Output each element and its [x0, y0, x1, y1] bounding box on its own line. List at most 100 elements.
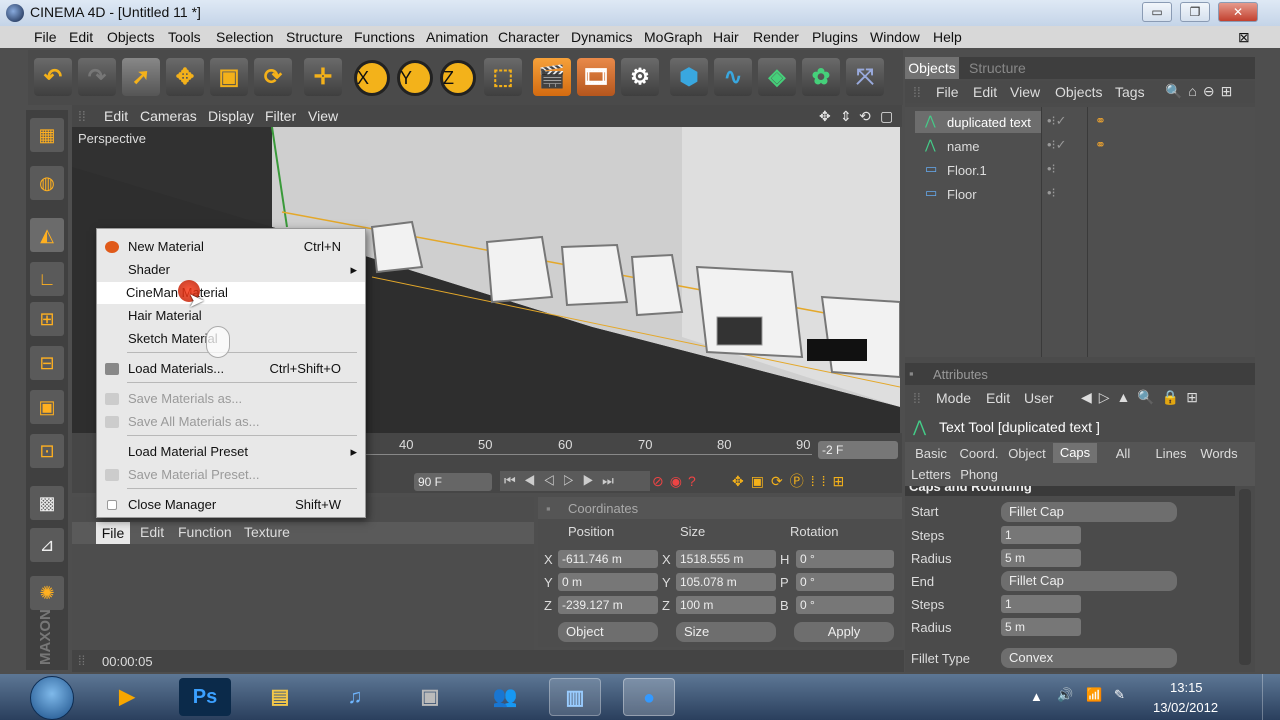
viewport-zoom-icon[interactable]: ⇕	[840, 108, 852, 125]
material-menu-function[interactable]: Function	[178, 524, 232, 540]
tab-letters[interactable]: Letters	[909, 466, 953, 484]
cube-primitive-icon[interactable]: ⬢	[670, 58, 708, 96]
size-y-field[interactable]: 105.078 m	[676, 573, 776, 591]
objects-menu-view[interactable]: View	[1010, 84, 1040, 100]
layout-icon[interactable]: ▦	[30, 118, 64, 152]
model-mode-icon[interactable]: ◭	[30, 218, 64, 252]
param-start-dropdown[interactable]: Fillet Cap	[1001, 502, 1177, 522]
material-tag-icon[interactable]: ⚭	[1095, 137, 1106, 153]
attributes-menu-user[interactable]: User	[1024, 390, 1054, 406]
render-picture-viewer-icon[interactable]: 🎞	[577, 58, 615, 96]
menu-window[interactable]: Window	[870, 29, 920, 45]
menu-plugins[interactable]: Plugins	[812, 29, 858, 45]
viewport-menu-view[interactable]: View	[308, 108, 338, 124]
move-icon[interactable]: ✥	[166, 58, 204, 96]
texture-mode-icon[interactable]: ▩	[30, 486, 64, 520]
visibility-dots-icon[interactable]: •⁝✓	[1047, 113, 1067, 129]
menu-help[interactable]: Help	[933, 29, 962, 45]
menu-item-hair-material[interactable]: Hair Material	[97, 305, 365, 327]
pos-x-field[interactable]: -611.746 m	[558, 550, 658, 568]
menu-tools[interactable]: Tools	[168, 29, 201, 45]
rot-h-field[interactable]: 0 °	[796, 550, 894, 568]
attributes-nav-icons[interactable]: ◀▷▲🔍🔒⊞	[1081, 389, 1205, 406]
array-icon[interactable]: ✿	[802, 58, 840, 96]
points-mode-icon[interactable]: ◍	[30, 166, 64, 200]
tab-all[interactable]: All	[1101, 445, 1145, 463]
pos-y-field[interactable]: 0 m	[558, 573, 658, 591]
menu-animation[interactable]: Animation	[426, 29, 488, 45]
viewport-move-icon[interactable]: ✥	[819, 108, 831, 125]
menu-render[interactable]: Render	[753, 29, 799, 45]
deformer-icon[interactable]: ⤧	[846, 58, 884, 96]
spline-icon[interactable]: ∿	[714, 58, 752, 96]
menu-edit[interactable]: Edit	[69, 29, 93, 45]
uv-points-icon[interactable]: ⊡	[30, 434, 64, 468]
tab-structure[interactable]: Structure	[969, 60, 1026, 76]
redo-icon[interactable]: ↷	[78, 58, 116, 96]
objects-menu-edit[interactable]: Edit	[973, 84, 997, 100]
pos-z-field[interactable]: -239.127 m	[558, 596, 658, 614]
object-name[interactable]: Floor.1	[947, 163, 987, 178]
material-menu-texture[interactable]: Texture	[244, 524, 290, 540]
z-axis-lock-button[interactable]: Z	[440, 60, 476, 96]
network-icon[interactable]: 📶	[1086, 687, 1102, 703]
menu-item-shader[interactable]: Shader ▸	[97, 259, 365, 281]
app-taskbar-icon[interactable]: ▣	[404, 678, 456, 716]
menu-functions[interactable]: Functions	[354, 29, 415, 45]
video-taskbar-icon[interactable]: ▥	[549, 678, 601, 716]
material-menu-file[interactable]: File	[96, 522, 130, 544]
viewport-menu-display[interactable]: Display	[208, 108, 254, 124]
cinema4d-taskbar-icon[interactable]: ●	[623, 678, 675, 716]
visibility-dots-icon[interactable]: •⁝✓	[1047, 137, 1067, 153]
apply-button[interactable]: Apply	[794, 622, 894, 642]
end-frame-field[interactable]: -2 F	[818, 441, 898, 459]
attributes-menu-edit[interactable]: Edit	[986, 390, 1010, 406]
minimize-button[interactable]: ▭	[1142, 2, 1172, 22]
pen-tray-icon[interactable]: ✎	[1114, 687, 1125, 703]
param-radius-end-field[interactable]: 5 m	[1001, 618, 1081, 636]
render-settings-icon[interactable]: ⚙	[621, 58, 659, 96]
param-radius-field[interactable]: 5 m	[1001, 549, 1081, 567]
live-selection-icon[interactable]: ➚	[122, 58, 160, 96]
restore-button[interactable]: ❐	[1180, 2, 1210, 22]
menu-hair[interactable]: Hair	[713, 29, 739, 45]
rot-p-field[interactable]: 0 °	[796, 573, 894, 591]
objects-menu-file[interactable]: File	[936, 84, 959, 100]
tab-object[interactable]: Object	[1005, 445, 1049, 463]
workplane-icon[interactable]: ⊿	[30, 528, 64, 562]
menu-item-close-manager[interactable]: Close Manager Shift+W	[97, 494, 365, 516]
param-fillet-type-dropdown[interactable]: Convex	[1001, 648, 1177, 668]
material-menu-edit[interactable]: Edit	[140, 524, 164, 540]
menubar-pin-icon[interactable]: ⊠	[1238, 29, 1250, 46]
explorer-taskbar-icon[interactable]: ▤	[254, 678, 306, 716]
clock-date[interactable]: 13/02/2012	[1153, 700, 1218, 715]
clock-time[interactable]: 13:15	[1170, 680, 1203, 695]
render-view-icon[interactable]: 🎬	[533, 58, 571, 96]
playback-controls[interactable]: ⏮◀◁▷▶⏭	[500, 471, 650, 491]
scale-icon[interactable]: ▣	[210, 58, 248, 96]
param-end-dropdown[interactable]: Fillet Cap	[1001, 571, 1177, 591]
attributes-menu-mode[interactable]: Mode	[936, 390, 971, 406]
polygons-icon[interactable]: ▣	[30, 390, 64, 424]
tab-caps[interactable]: Caps	[1053, 443, 1097, 463]
objects-menu-objects[interactable]: Objects	[1055, 84, 1102, 100]
show-desktop-button[interactable]	[1262, 674, 1278, 720]
menu-character[interactable]: Character	[498, 29, 559, 45]
menu-item-new-material[interactable]: New Material Ctrl+N	[97, 236, 365, 258]
show-hidden-icons-icon[interactable]: ▲	[1030, 689, 1043, 704]
move-axis-icon[interactable]: ✛	[304, 58, 342, 96]
size-x-field[interactable]: 1518.555 m	[676, 550, 776, 568]
menu-selection[interactable]: Selection	[216, 29, 274, 45]
visibility-dots-icon[interactable]: •⁝	[1047, 185, 1056, 201]
undo-icon[interactable]: ↶	[34, 58, 72, 96]
keyframe-tools[interactable]: ✥▣⟳Ⓟ⁞⁞⊞	[732, 471, 900, 491]
edges-icon[interactable]: ⊟	[30, 346, 64, 380]
param-steps-end-field[interactable]: 1	[1001, 595, 1081, 613]
nurbs-icon[interactable]: ◈	[758, 58, 796, 96]
messenger-taskbar-icon[interactable]: 👥	[479, 678, 531, 716]
itunes-taskbar-icon[interactable]: ♫	[329, 678, 381, 716]
object-name[interactable]: Floor	[947, 187, 977, 202]
tab-objects[interactable]: Objects	[905, 57, 959, 79]
tab-words[interactable]: Words	[1197, 445, 1241, 463]
tab-lines[interactable]: Lines	[1149, 445, 1193, 463]
